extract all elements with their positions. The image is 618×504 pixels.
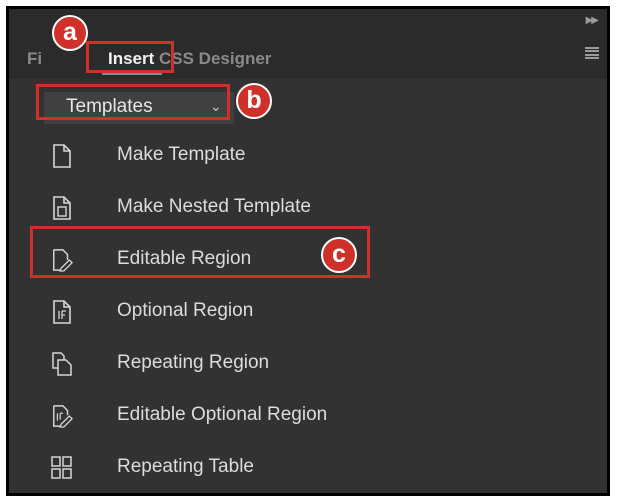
- callout-c-highlight: [30, 226, 370, 278]
- optional-region-icon: [53, 300, 71, 324]
- callout-b-badge: b: [236, 83, 272, 119]
- insert-item-repeating-region[interactable]: Repeating Region: [39, 342, 374, 386]
- panel-menu-icon[interactable]: [585, 47, 599, 59]
- collapse-panel-icon[interactable]: ▶▶: [586, 15, 599, 26]
- callout-a-badge: a: [52, 15, 88, 51]
- tab-files[interactable]: Fi: [27, 49, 42, 69]
- insert-item-optional-region[interactable]: Optional Region: [39, 290, 374, 334]
- repeating-table-icon: [51, 456, 72, 479]
- item-label: Repeating Region: [117, 352, 270, 373]
- insert-item-editable-optional-region[interactable]: Editable Optional Region: [39, 394, 374, 438]
- document-icon: [53, 144, 71, 168]
- item-label: Repeating Table: [117, 456, 254, 477]
- nested-template-icon: [53, 196, 71, 220]
- repeating-region-icon: [52, 352, 72, 376]
- item-label: Make Template: [117, 144, 246, 165]
- insert-item-make-nested-template[interactable]: Make Nested Template: [39, 186, 374, 230]
- item-label: Make Nested Template: [117, 196, 311, 217]
- editable-optional-region-icon: [53, 405, 73, 428]
- active-tab-indicator: [102, 73, 162, 75]
- callout-a-highlight: [86, 41, 174, 73]
- insert-item-repeating-table[interactable]: Repeating Table: [39, 446, 374, 490]
- insert-item-make-template[interactable]: Make Template: [39, 134, 374, 178]
- item-label: Optional Region: [117, 300, 254, 321]
- callout-b-highlight: [36, 84, 230, 120]
- item-label: Editable Optional Region: [117, 404, 328, 425]
- callout-c-badge: c: [321, 237, 357, 273]
- tab-css-designer[interactable]: CSS Designer: [159, 49, 271, 69]
